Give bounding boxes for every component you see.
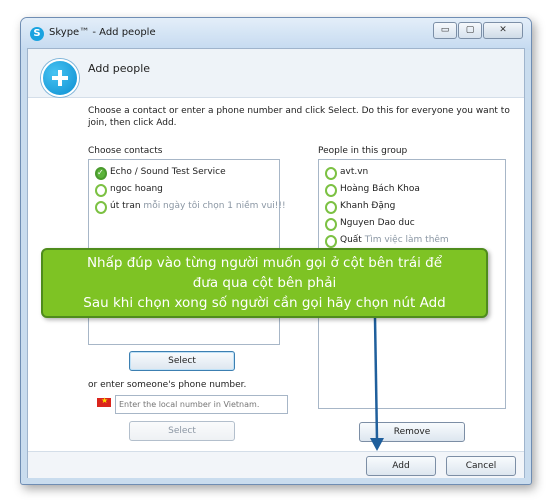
- title-bar[interactable]: S Skype™ - Add people ▭ ▢ ✕: [21, 18, 531, 50]
- member-name: Quất: [340, 235, 362, 245]
- select-contact-button[interactable]: Select: [129, 351, 235, 371]
- window-title: Skype™ - Add people: [49, 27, 156, 38]
- skype-logo-icon: S: [30, 27, 44, 41]
- member-name: avt.vn: [340, 167, 369, 177]
- callout-line: đưa qua cột bên phải: [192, 275, 337, 291]
- skype-add-icon: [41, 59, 79, 97]
- vietnam-flag-icon[interactable]: ★: [97, 396, 111, 407]
- check-status-icon: [95, 166, 107, 180]
- offline-status-icon: [325, 235, 337, 248]
- member-name: Khanh Đặng: [340, 201, 396, 211]
- add-button[interactable]: Add: [366, 456, 436, 476]
- offline-status-icon: [95, 184, 107, 197]
- member-name-wrap: Quất Tìm việc làm thêm: [340, 233, 449, 247]
- dialog-title: Add people: [88, 62, 151, 75]
- contact-name: út tran: [110, 201, 141, 211]
- offline-status-icon: [325, 201, 337, 214]
- remove-button[interactable]: Remove: [359, 422, 465, 442]
- window-controls: ▭ ▢ ✕: [432, 22, 523, 39]
- cancel-button[interactable]: Cancel: [446, 456, 516, 476]
- phone-number-input[interactable]: [115, 395, 288, 414]
- choose-contacts-label: Choose contacts: [88, 146, 163, 156]
- minimize-button[interactable]: ▭: [433, 22, 457, 39]
- dialog-header: Add people: [28, 49, 524, 98]
- offline-status-icon: [95, 201, 107, 214]
- phone-number-label: or enter someone's phone number.: [88, 380, 247, 390]
- member-name: Hoàng Bách Khoa: [340, 184, 420, 194]
- instruction-text: Choose a contact or enter a phone number…: [88, 106, 510, 128]
- people-in-group-label: People in this group: [318, 146, 408, 156]
- contact-name: ngoc hoang: [110, 184, 163, 194]
- offline-status-icon: [325, 218, 337, 231]
- contact-name-wrap: út tran mỗi ngày tôi chọn 1 niềm vui!!!: [110, 199, 286, 213]
- select-phone-button[interactable]: Select: [129, 421, 235, 441]
- tutorial-callout: Nhấp đúp vào từng người muốn gọi ở cột b…: [41, 248, 488, 318]
- offline-status-icon: [325, 184, 337, 197]
- offline-status-icon: [325, 167, 337, 180]
- member-name: Nguyen Dao duc: [340, 218, 415, 228]
- callout-line: Nhấp đúp vào từng người muốn gọi ở cột b…: [86, 255, 443, 271]
- close-button[interactable]: ✕: [483, 22, 523, 39]
- maximize-button[interactable]: ▢: [458, 22, 482, 39]
- dialog-footer: Add Cancel: [28, 451, 524, 478]
- contact-mood: mỗi ngày tôi chọn 1 niềm vui!!!: [143, 201, 286, 211]
- callout-line: Sau khi chọn xong số người cần gọi hãy c…: [83, 295, 446, 311]
- member-mood: Tìm việc làm thêm: [364, 235, 449, 245]
- contact-name: Echo / Sound Test Service: [110, 167, 226, 177]
